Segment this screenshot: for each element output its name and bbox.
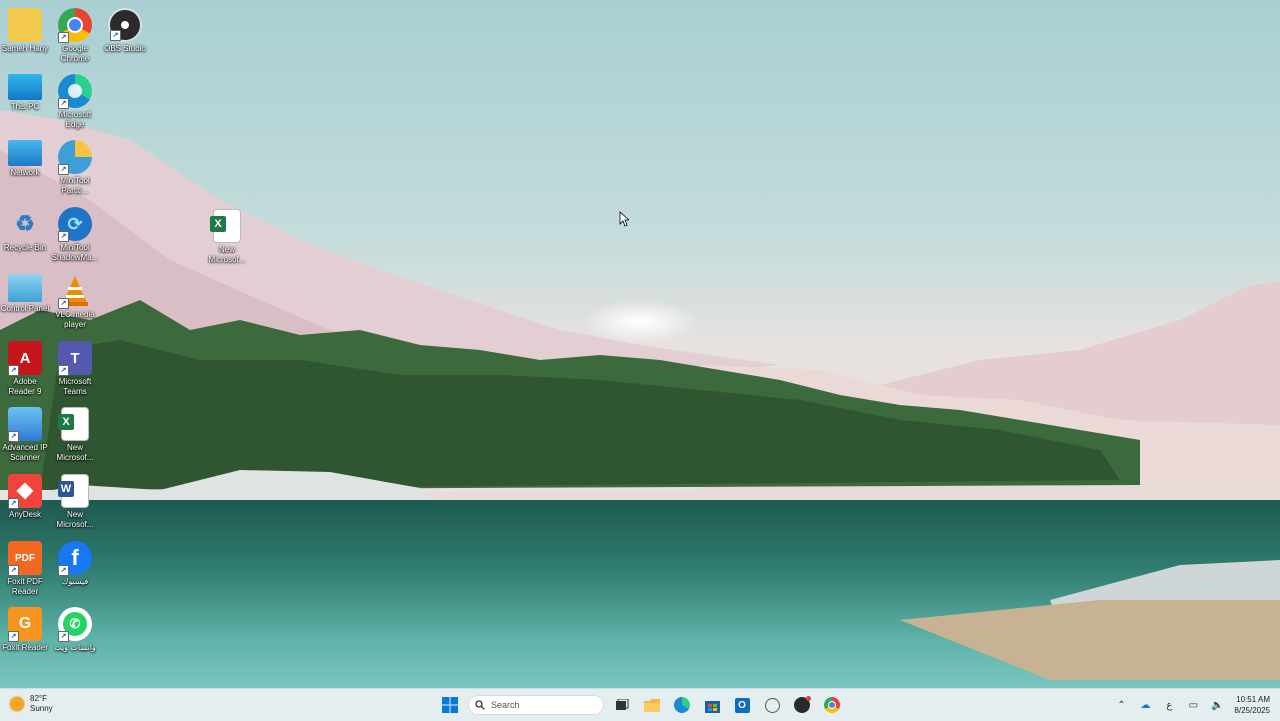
start-button[interactable]: [438, 693, 462, 717]
search-placeholder: Search: [491, 700, 520, 710]
whatsapp-icon: ✆ ↗: [58, 607, 92, 642]
vlc-icon: ↗: [58, 274, 92, 309]
edge-icon: [674, 697, 690, 713]
clock-time: 10:51 AM: [1236, 695, 1270, 704]
desktop-icon-whatsapp-web[interactable]: ✆ ↗ واتساب ويب: [50, 603, 100, 653]
folder-icon: [8, 8, 42, 42]
taskbar-search-box[interactable]: Search: [468, 695, 604, 715]
desktop-icon-adobe-reader[interactable]: A ↗ Adobe Reader 9: [0, 337, 50, 397]
obs-icon: ↗: [108, 8, 142, 42]
foxit-pdf-icon: PDF ↗: [8, 541, 42, 576]
folder-icon: [644, 698, 660, 712]
desktop-icon-foxit-pdf-reader[interactable]: PDF ↗ Foxit PDF Reader: [0, 537, 50, 597]
mouse-cursor-icon: [619, 211, 629, 227]
ip-scanner-icon: ↗: [8, 407, 42, 442]
facebook-icon: f ↗: [58, 541, 92, 576]
anydesk-icon: ↗: [8, 474, 42, 509]
desktop-icon-microsoft-edge[interactable]: ↗ Microsoft Edge: [50, 70, 100, 130]
excel-icon: X: [210, 209, 241, 243]
edge-taskbar-button[interactable]: [670, 693, 694, 717]
desktop-icon-new-word[interactable]: W New Microsof...: [50, 470, 100, 530]
sun-icon: [10, 697, 24, 711]
weather-widget[interactable]: 82°F Sunny: [10, 694, 53, 714]
desktop-icon-minitool-shadowmaker[interactable]: ⟳ ↗ MiniTool ShadowMa...: [50, 203, 100, 263]
language-indicator-icon[interactable]: ع: [1162, 700, 1176, 711]
desktop-wallpaper: [0, 0, 1280, 688]
chrome-icon: ↗: [58, 8, 92, 43]
microsoft-store-button[interactable]: [700, 693, 724, 717]
desktop-icon-new-excel-1[interactable]: X New Microsof...: [202, 205, 252, 265]
onedrive-icon[interactable]: ☁: [1138, 700, 1152, 711]
desktop-icon-anydesk[interactable]: ↗ AnyDesk: [0, 470, 50, 520]
monitor-icon: [8, 74, 42, 100]
weather-temperature: 82°F: [30, 694, 47, 703]
taskbar: 82°F Sunny Search O ⌃ ☁ ع ▭ 🔈 10:51 AM 8…: [0, 688, 1280, 721]
minitool-shadowmaker-icon: ⟳ ↗: [58, 207, 92, 242]
adobe-reader-icon: A ↗: [8, 341, 42, 376]
obs-taskbar-button[interactable]: [790, 693, 814, 717]
task-view-icon: [616, 699, 629, 710]
desktop-icon-foxit-reader[interactable]: G ↗ Foxit Reader: [0, 603, 50, 653]
task-view-button[interactable]: [610, 693, 634, 717]
windows-logo-icon: [442, 697, 458, 713]
system-tray: ⌃ ☁ ع ▭ 🔈 10:51 AM 8/25/2025: [1114, 692, 1270, 718]
taskbar-clock[interactable]: 10:51 AM 8/25/2025: [1234, 694, 1270, 716]
foxit-reader-icon: G ↗: [8, 607, 42, 642]
excel-icon: X: [58, 407, 89, 441]
taskbar-center-group: Search O: [438, 692, 844, 718]
chrome-icon: [824, 697, 840, 713]
outlook-button[interactable]: O: [730, 693, 754, 717]
desktop-icon-grid: Sameh Hany ↗ Google Chrome ↗ OBS Studio …: [0, 0, 245, 688]
whatsapp-icon: [764, 697, 780, 713]
control-panel-icon: [8, 274, 42, 302]
chevron-up-icon[interactable]: ⌃: [1114, 700, 1128, 711]
word-icon: W: [58, 474, 89, 508]
outlook-icon: O: [734, 697, 750, 713]
clock-date: 8/25/2025: [1234, 706, 1270, 715]
desktop-icon-new-excel-2[interactable]: X New Microsof...: [50, 403, 100, 463]
edge-icon: ↗: [58, 74, 92, 109]
desktop-icon-microsoft-teams[interactable]: T ↗ Microsoft Teams: [50, 337, 100, 397]
desktop-icon-obs-studio[interactable]: ↗ OBS Studio: [100, 4, 150, 54]
volume-icon[interactable]: 🔈: [1210, 700, 1224, 711]
desktop-icon-this-pc[interactable]: This PC: [0, 70, 50, 112]
chrome-taskbar-button[interactable]: [820, 693, 844, 717]
network-status-icon[interactable]: ▭: [1186, 700, 1200, 711]
recording-indicator: [806, 696, 811, 701]
desktop-icon-facebook[interactable]: f ↗ فيسبوك: [50, 537, 100, 587]
network-icon: [8, 140, 42, 166]
desktop-icon-sameh-hany[interactable]: Sameh Hany: [0, 4, 50, 54]
desktop-icon-advanced-ip-scanner[interactable]: ↗ Advanced IP Scanner: [0, 403, 50, 463]
desktop-icon-control-panel[interactable]: Control Panel: [0, 270, 50, 314]
teams-icon: T ↗: [58, 341, 92, 376]
weather-condition: Sunny: [30, 704, 53, 713]
desktop-icon-vlc[interactable]: ↗ VLC media player: [50, 270, 100, 330]
desktop-icon-recycle-bin[interactable]: ♻ Recycle Bin: [0, 203, 50, 253]
recycle-bin-icon: ♻: [15, 211, 35, 236]
whatsapp-taskbar-button[interactable]: [760, 693, 784, 717]
file-explorer-button[interactable]: [640, 693, 664, 717]
desktop-icon-network[interactable]: Network: [0, 136, 50, 178]
store-icon: [704, 700, 720, 713]
minitool-partition-icon: ↗: [58, 140, 92, 175]
search-icon: [475, 700, 485, 710]
desktop-icon-google-chrome[interactable]: ↗ Google Chrome: [50, 4, 100, 64]
desktop-icon-minitool-partition[interactable]: ↗ MiniTool Partiti...: [50, 136, 100, 196]
